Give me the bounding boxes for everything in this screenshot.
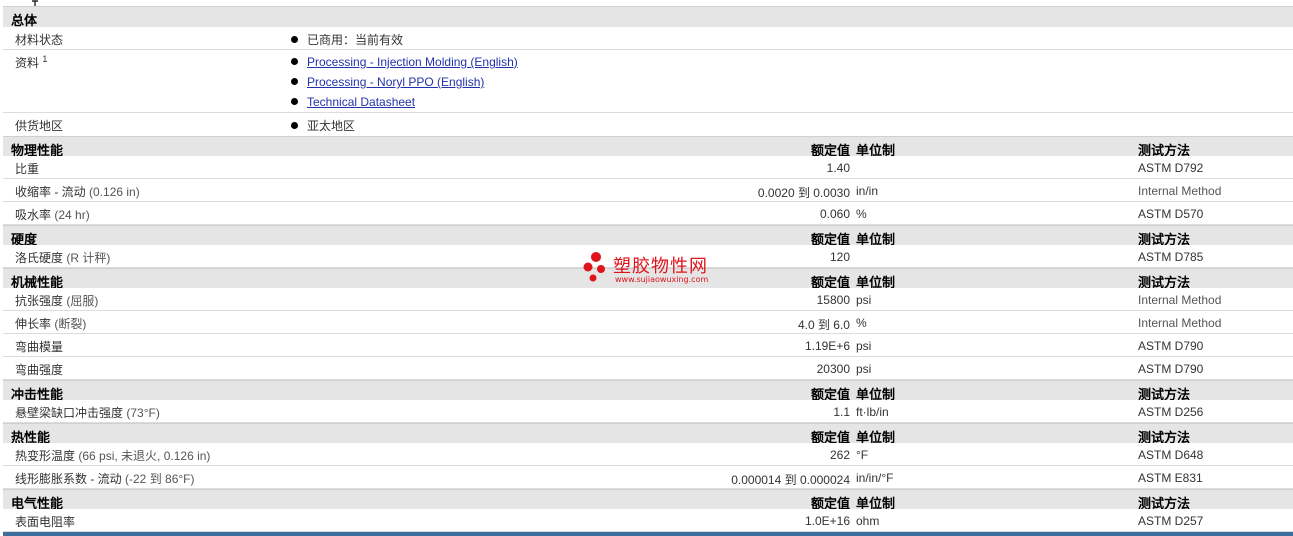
- bullet-item: 已商用：当前有效: [291, 31, 403, 48]
- property-name: 比重: [15, 162, 40, 176]
- watermark-url: www.sujiaowuxing.com: [615, 275, 709, 284]
- property-row: 线形膨胀系数 - 流动 (-22 到 86°F) 0.000014 到 0.000…: [3, 466, 1293, 489]
- property-value: 120: [829, 250, 850, 264]
- property-unit: in/in: [856, 184, 879, 198]
- section-header-hardness: 硬度 额定值 单位制 测试方法: [3, 225, 1293, 247]
- property-condition: (66 psi, 未退火, 0.126 in): [78, 449, 211, 463]
- property-row: 抗张强度 (屈服) 15800 psi Internal Method: [3, 288, 1293, 311]
- row-label: 供货地区: [15, 119, 64, 133]
- material-status-row: 材料状态 已商用：当前有效: [3, 27, 1293, 50]
- property-name: 收缩率 - 流动 (0.126 in): [15, 185, 140, 199]
- section-header-electrical: 电气性能 额定值 单位制 测试方法: [3, 489, 1293, 511]
- property-value: 0.0020 到 0.0030: [757, 186, 850, 200]
- property-unit: psi: [856, 362, 872, 376]
- documents-row: 资料 1 Processing - Injection Molding (Eng…: [3, 50, 1293, 113]
- bullet-item: Processing - Injection Molding (English): [291, 55, 518, 69]
- bullet-item: 亚太地区: [291, 117, 355, 134]
- property-row: 热变形温度 (66 psi, 未退火, 0.126 in) 262 °F ASTM D…: [3, 443, 1293, 466]
- doc-link-noryl-ppo[interactable]: Processing - Noryl PPO (English): [307, 75, 484, 89]
- property-unit: %: [856, 207, 867, 221]
- availability-value: 亚太地区: [307, 119, 356, 133]
- test-method: Internal Method: [1138, 184, 1222, 198]
- test-method: ASTM D648: [1138, 448, 1204, 462]
- section-header-thermal: 热性能 额定值 单位制 测试方法: [3, 423, 1293, 445]
- property-condition: (-22 到 86°F): [125, 472, 195, 486]
- test-method: ASTM D257: [1138, 514, 1204, 528]
- property-unit: °F: [856, 448, 869, 462]
- property-row: 表面电阻率 1.0E+16 ohm ASTM D257: [3, 509, 1293, 532]
- property-value: 262: [829, 448, 850, 462]
- property-condition: (24 hr): [54, 208, 90, 222]
- property-name: 抗张强度 (屈服): [15, 294, 99, 308]
- test-method: ASTM D570: [1138, 207, 1204, 221]
- bullet-item: Technical Datasheet: [291, 95, 415, 109]
- test-method: Internal Method: [1138, 293, 1222, 307]
- property-condition: (73°F): [126, 406, 160, 420]
- property-row: 比重 1.40 ASTM D792: [3, 156, 1293, 179]
- test-method: ASTM D785: [1138, 250, 1204, 264]
- doc-link-technical-datasheet[interactable]: Technical Datasheet: [307, 95, 415, 109]
- property-condition: (0.126 in): [89, 185, 140, 199]
- section-header-general: 总体: [3, 6, 1293, 28]
- property-value: 1.0E+16: [804, 514, 850, 528]
- property-value: 15800: [816, 293, 850, 307]
- property-name: 伸长率 (断裂): [15, 317, 87, 331]
- property-condition: (R 计秤): [66, 251, 111, 265]
- property-name: 弯曲模量: [15, 340, 64, 354]
- bullet-item: Processing - Noryl PPO (English): [291, 75, 484, 89]
- datasheet-page: 总体 材料状态 已商用：当前有效 资料 1 Processing - Injec…: [0, 0, 1293, 536]
- bullet-icon: [291, 78, 298, 86]
- property-value: 0.060: [819, 207, 850, 221]
- property-unit: ft·lb/in: [856, 405, 889, 419]
- availability-row: 供货地区 亚太地区: [3, 113, 1293, 136]
- property-row: 吸水率 (24 hr) 0.060% ASTM D570: [3, 202, 1293, 225]
- property-row: 伸长率 (断裂) 4.0 到 6.0% Internal Method: [3, 311, 1293, 334]
- property-name: 吸水率 (24 hr): [15, 208, 90, 222]
- property-row: 弯曲强度 20300 psi ASTM D790: [3, 357, 1293, 380]
- bullet-icon: [291, 36, 298, 44]
- property-value: 20300: [816, 362, 850, 376]
- bullet-icon: [291, 98, 298, 106]
- property-name: 弯曲强度: [15, 363, 64, 377]
- property-name: 洛氏硬度 (R 计秤): [15, 251, 111, 265]
- test-method: ASTM D790: [1138, 339, 1204, 353]
- section-header-impact: 冲击性能 额定值 单位制 测试方法: [3, 380, 1293, 402]
- test-method: ASTM D792: [1138, 161, 1204, 175]
- property-value: 1.1: [833, 405, 850, 419]
- section-header-physical: 物理性能 额定值 单位制 测试方法: [3, 136, 1293, 158]
- bullet-icon: [291, 122, 298, 130]
- property-row: 弯曲模量 1.19E+6 psi ASTM D790: [3, 334, 1293, 357]
- bullet-icon: [291, 58, 298, 66]
- property-value: 1.19E+6: [804, 339, 850, 353]
- property-name: 悬壁梁缺口冲击强度 (73°F): [15, 406, 160, 420]
- test-method: Internal Method: [1138, 316, 1222, 330]
- watermark-dots-icon: [583, 252, 605, 282]
- property-unit: psi: [856, 293, 872, 307]
- property-row: 收缩率 - 流动 (0.126 in) 0.0020 到 0.0030 in/in I…: [3, 179, 1293, 202]
- property-unit: %: [856, 316, 867, 330]
- row-label: 资料 1: [15, 54, 48, 70]
- property-unit: psi: [856, 339, 872, 353]
- row-label: 材料状态: [15, 33, 64, 47]
- bottom-bar: [3, 532, 1293, 536]
- watermark-logo: 塑胶物性网 www.sujiaowuxing.com: [583, 250, 723, 290]
- property-value: 0.000014 到 0.000024: [731, 473, 850, 487]
- property-value: 1.40: [826, 161, 850, 175]
- property-name: 热变形温度 (66 psi, 未退火, 0.126 in): [15, 449, 211, 463]
- doc-link-injection-molding[interactable]: Processing - Injection Molding (English): [307, 55, 518, 69]
- test-method: ASTM E831: [1138, 471, 1203, 485]
- property-unit: ohm: [856, 514, 880, 528]
- property-unit: in/in/°F: [856, 471, 894, 485]
- property-name: 线形膨胀系数 - 流动 (-22 到 86°F): [15, 472, 195, 486]
- material-status-value: 已商用：当前有效: [307, 33, 404, 47]
- test-method: ASTM D256: [1138, 405, 1204, 419]
- property-condition: (断裂): [54, 317, 87, 331]
- test-method: ASTM D790: [1138, 362, 1204, 376]
- property-row: 悬壁梁缺口冲击强度 (73°F) 1.1 ft·lb/in ASTM D256: [3, 400, 1293, 423]
- property-condition: (屈服): [66, 294, 99, 308]
- property-name: 表面电阻率: [15, 515, 76, 529]
- property-value: 4.0 到 6.0: [797, 318, 850, 332]
